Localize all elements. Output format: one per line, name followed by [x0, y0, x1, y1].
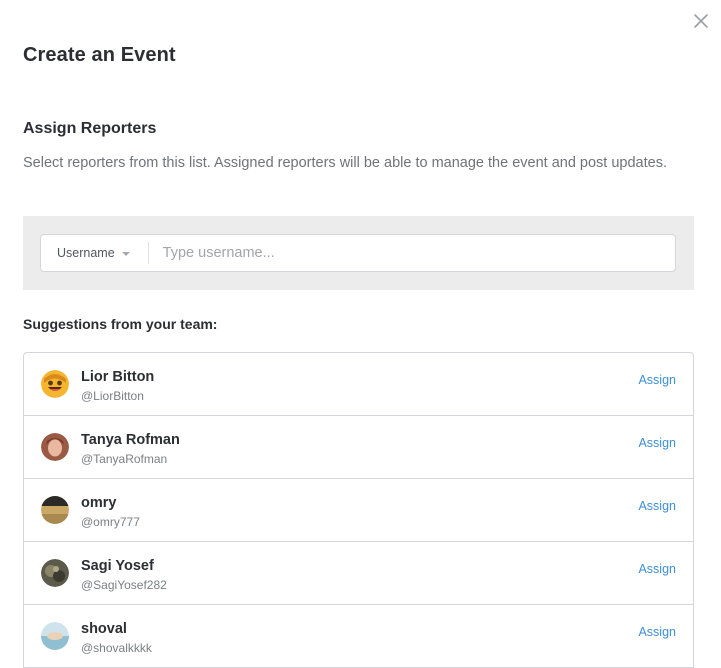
avatar [41, 496, 69, 524]
avatar [41, 433, 69, 461]
reporter-name: omry [81, 495, 117, 511]
suggestions-title: Suggestions from your team: [23, 316, 218, 332]
assign-button[interactable]: Assign [638, 373, 676, 387]
reporter-handle: @omry777 [81, 515, 140, 529]
reporter-handle: @shovalkkkk [81, 641, 152, 655]
reporter-handle: @TanyaRofman [81, 452, 168, 466]
assign-button[interactable]: Assign [638, 562, 676, 576]
section-description: Select reporters from this list. Assigne… [23, 155, 667, 171]
chevron-down-icon [121, 252, 130, 256]
search-field: Username [40, 234, 676, 272]
assign-button[interactable]: Assign [638, 436, 676, 450]
avatar [41, 370, 69, 398]
list-item: omry @omry777 Assign [24, 479, 693, 542]
reporter-name: Tanya Rofman [81, 432, 180, 448]
search-filter-dropdown[interactable]: Username [41, 242, 149, 264]
dialog-title: Create an Event [23, 44, 176, 66]
list-item: Sagi Yosef @SagiYosef282 Assign [24, 542, 693, 605]
avatar [41, 622, 69, 650]
reporter-name: Lior Bitton [81, 369, 155, 385]
assign-button[interactable]: Assign [638, 625, 676, 639]
list-item: shoval @shovalkkkk Assign [24, 605, 693, 668]
search-input[interactable] [148, 237, 675, 269]
list-item: Lior Bitton @LiorBitton Assign [24, 353, 693, 416]
close-icon[interactable] [692, 12, 710, 30]
section-title: Assign Reporters [23, 120, 157, 137]
suggestions-list: Lior Bitton @LiorBitton Assign Tanya Rof… [23, 352, 694, 668]
avatar [41, 559, 69, 587]
search-panel: Username [23, 216, 694, 290]
reporter-handle: @SagiYosef282 [81, 578, 167, 592]
search-filter-label: Username [57, 246, 115, 260]
reporter-name: shoval [81, 621, 127, 637]
reporter-name: Sagi Yosef [81, 558, 154, 574]
assign-button[interactable]: Assign [638, 499, 676, 513]
list-item: Tanya Rofman @TanyaRofman Assign [24, 416, 693, 479]
reporter-handle: @LiorBitton [81, 389, 144, 403]
